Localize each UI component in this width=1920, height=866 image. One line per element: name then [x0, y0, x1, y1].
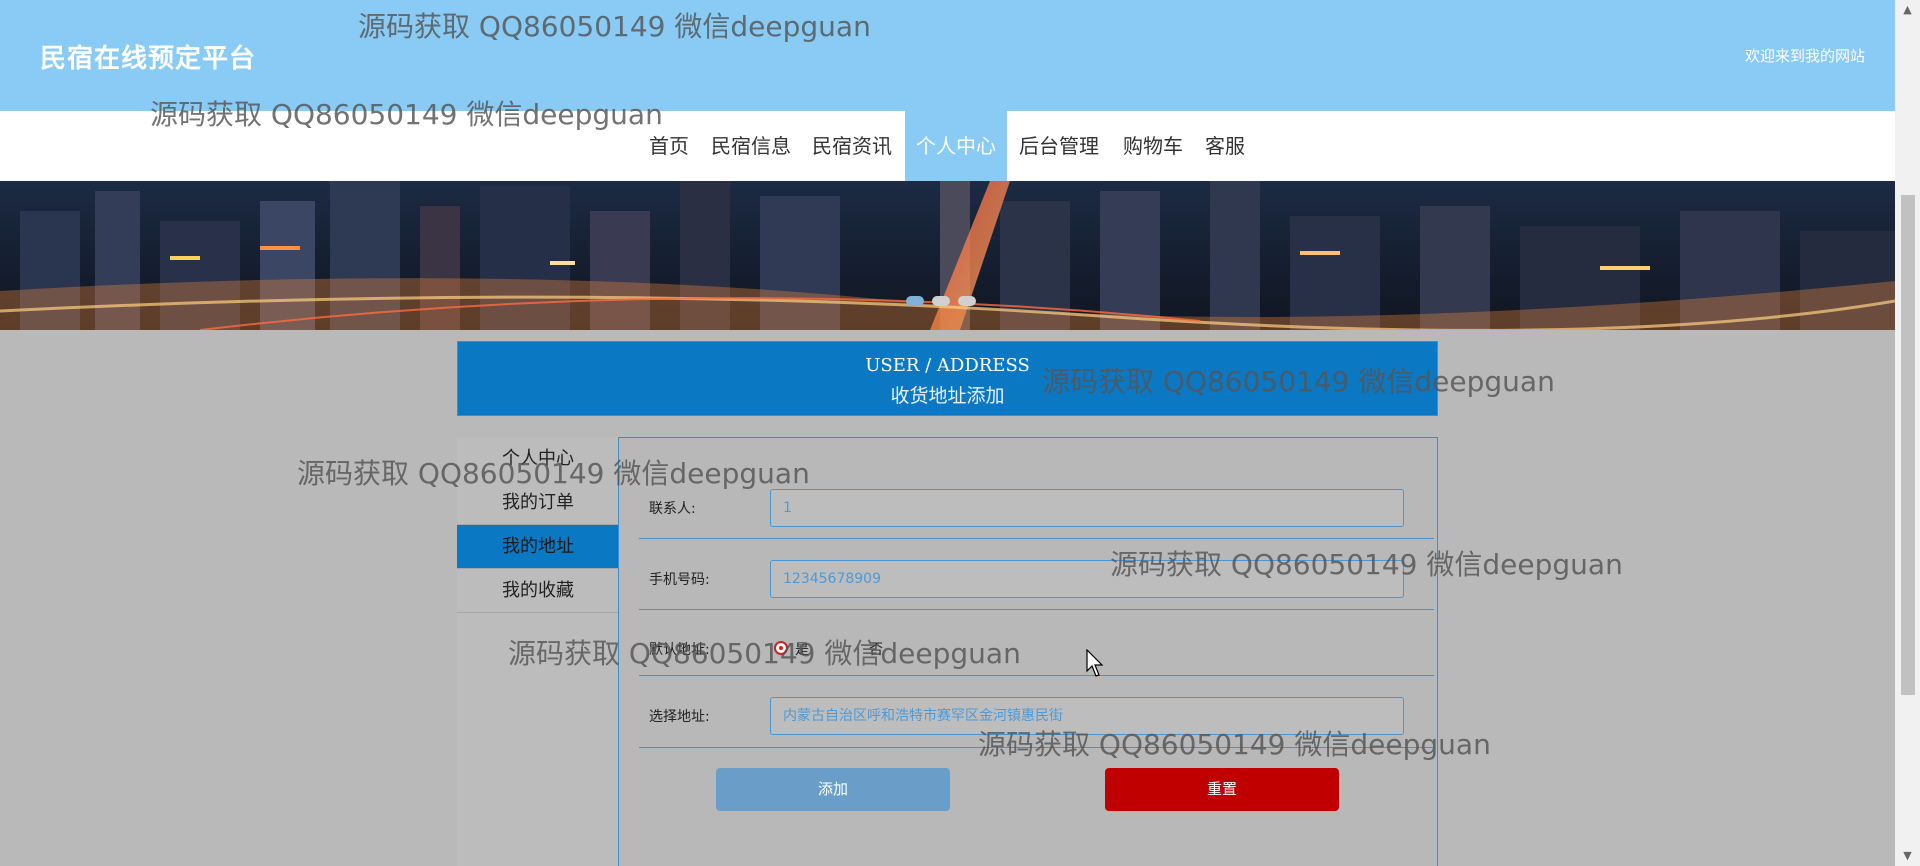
city-night-image — [0, 181, 1895, 330]
watermark-text: 源码获取 QQ86050149 微信deepguan — [297, 457, 810, 490]
site-title[interactable]: 民宿在线预定平台 — [40, 38, 256, 75]
divider — [639, 675, 1434, 676]
watermark-text: 源码获取 QQ86050149 微信deepguan — [358, 10, 871, 43]
address-label: 选择地址: — [649, 709, 710, 725]
nav-item-customer-service[interactable]: 客服 — [1194, 111, 1256, 181]
phone-label: 手机号码: — [649, 572, 710, 588]
vertical-scrollbar[interactable]: ▲ ▼ — [1895, 0, 1920, 866]
scroll-up-arrow-icon[interactable]: ▲ — [1895, 0, 1920, 20]
carousel-dot-1[interactable] — [906, 296, 924, 306]
nav-item-homestay-info[interactable]: 民宿信息 — [700, 111, 802, 181]
nav-item-personal-center[interactable]: 个人中心 — [905, 111, 1007, 181]
watermark-text: 源码获取 QQ86050149 微信deepguan — [1110, 548, 1623, 581]
banner-carousel — [0, 181, 1895, 330]
page: 民宿在线预定平台 欢迎来到我的网站 首页 民宿信息 民宿资讯 个人中心 后台管理… — [0, 0, 1895, 866]
divider — [639, 538, 1434, 539]
scroll-down-arrow-icon[interactable]: ▼ — [1895, 846, 1920, 866]
mouse-cursor-icon — [1086, 649, 1104, 677]
watermark-text: 源码获取 QQ86050149 微信deepguan — [1042, 365, 1555, 398]
watermark-text: 源码获取 QQ86050149 微信deepguan — [508, 637, 1021, 670]
contact-label: 联系人: — [649, 501, 696, 517]
watermark-text: 源码获取 QQ86050149 微信deepguan — [150, 98, 663, 131]
carousel-dot-3[interactable] — [958, 296, 976, 306]
contact-input[interactable]: 1 — [770, 489, 1404, 527]
watermark-text: 源码获取 QQ86050149 微信deepguan — [978, 728, 1491, 761]
add-button[interactable]: 添加 — [716, 768, 950, 811]
sidebar-item-my-favorites[interactable]: 我的收藏 — [457, 569, 618, 613]
reset-button[interactable]: 重置 — [1105, 768, 1339, 811]
carousel-dot-2[interactable] — [932, 296, 950, 306]
divider — [639, 609, 1434, 610]
scroll-thumb[interactable] — [1901, 195, 1915, 695]
sidebar-item-my-address[interactable]: 我的地址 — [457, 525, 618, 569]
nav-item-admin[interactable]: 后台管理 — [1008, 111, 1110, 181]
nav-item-cart[interactable]: 购物车 — [1112, 111, 1194, 181]
welcome-text: 欢迎来到我的网站 — [1744, 47, 1865, 65]
nav-item-homestay-news[interactable]: 民宿资讯 — [801, 111, 903, 181]
